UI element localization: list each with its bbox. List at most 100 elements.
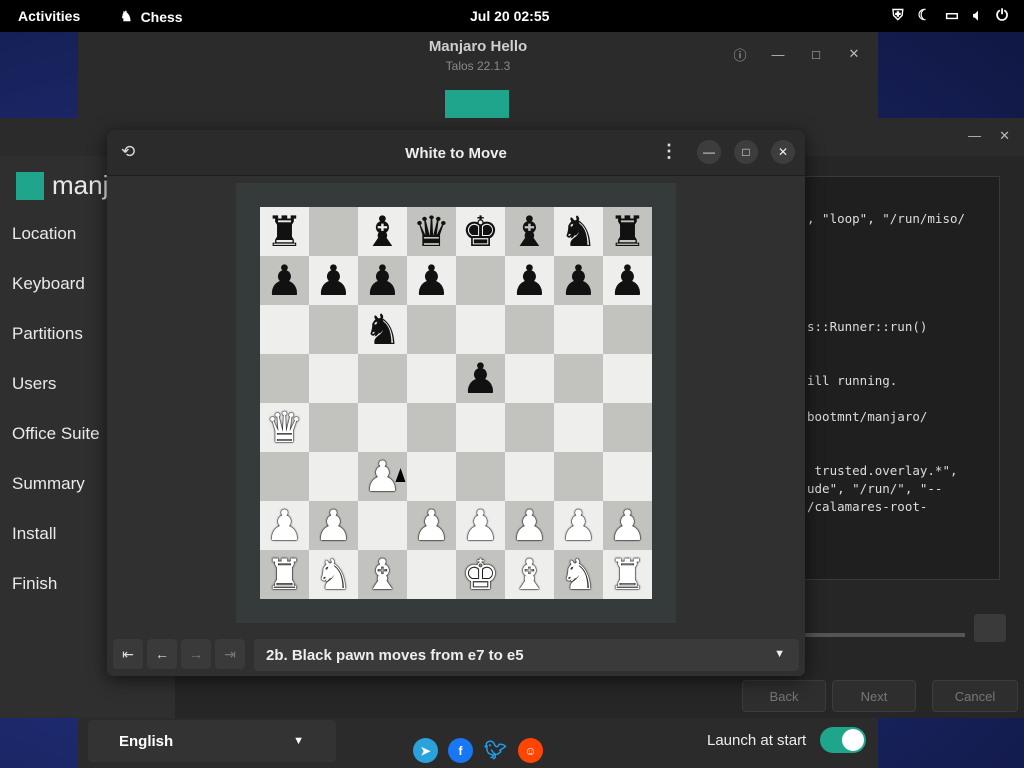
close-button[interactable]: ✕ xyxy=(999,128,1010,144)
board-square[interactable] xyxy=(505,305,554,354)
white-pawn-piece[interactable]: ♟︎ xyxy=(462,504,500,547)
board-square[interactable]: ♟︎ xyxy=(358,256,407,305)
black-bishop-piece[interactable]: ♝︎ xyxy=(511,210,549,253)
board-square[interactable]: ♟︎ xyxy=(456,501,505,550)
board-square[interactable] xyxy=(505,403,554,452)
white-pawn-piece[interactable]: ♟︎ xyxy=(315,504,353,547)
black-bishop-piece[interactable]: ♝︎ xyxy=(364,210,402,253)
first-move-button[interactable]: ⇤ xyxy=(113,639,143,669)
board-square[interactable]: ♜︎ xyxy=(260,550,309,599)
board-square[interactable] xyxy=(456,452,505,501)
system-tray[interactable]: ⛨ ☾ ▭ 🔈︎ ⏻ xyxy=(892,6,1008,25)
board-square[interactable]: ♜︎ xyxy=(603,550,652,599)
board-square[interactable]: ♟︎ xyxy=(260,256,309,305)
activities-button[interactable]: Activities xyxy=(18,8,80,24)
board-square[interactable]: ♝︎ xyxy=(505,550,554,599)
board-square[interactable]: ♟︎ xyxy=(603,501,652,550)
launch-at-start-toggle[interactable] xyxy=(820,727,866,753)
black-knight-piece[interactable]: ♞︎ xyxy=(364,308,402,351)
white-knight-piece[interactable]: ♞︎ xyxy=(315,553,353,596)
board-square[interactable]: ♞︎ xyxy=(554,207,603,256)
board-square[interactable]: ♟︎ xyxy=(407,501,456,550)
board-square[interactable]: ♟︎ xyxy=(407,256,456,305)
maximize-button[interactable]: □ xyxy=(806,44,826,64)
board-square[interactable] xyxy=(358,354,407,403)
board-square[interactable] xyxy=(554,452,603,501)
next-button[interactable]: Next xyxy=(832,680,916,712)
back-button[interactable]: Back xyxy=(742,680,826,712)
board-square[interactable] xyxy=(309,403,358,452)
black-queen-piece[interactable]: ♛︎ xyxy=(413,210,451,253)
board-square[interactable] xyxy=(456,256,505,305)
board-square[interactable]: ♚︎ xyxy=(456,550,505,599)
board-square[interactable]: ♞︎ xyxy=(554,550,603,599)
white-knight-piece[interactable]: ♞︎ xyxy=(560,553,598,596)
black-king-piece[interactable]: ♚︎ xyxy=(462,210,500,253)
black-pawn-piece[interactable]: ♟︎ xyxy=(462,357,500,400)
minimize-button[interactable]: — xyxy=(968,128,981,144)
board-square[interactable]: ♟︎ xyxy=(603,256,652,305)
board-square[interactable] xyxy=(407,305,456,354)
board-square[interactable] xyxy=(554,354,603,403)
board-square[interactable]: ♟︎ xyxy=(505,256,554,305)
board-square[interactable] xyxy=(260,452,309,501)
menu-icon[interactable]: ⋮ xyxy=(660,141,678,162)
install-log[interactable]: , "loop", "/run/miso/ s::Runner::run() i… xyxy=(790,176,1000,580)
board-square[interactable] xyxy=(407,452,456,501)
board-square[interactable] xyxy=(407,354,456,403)
board-square[interactable] xyxy=(554,403,603,452)
white-rook-piece[interactable]: ♜︎ xyxy=(266,553,304,596)
chess-board[interactable]: ♜︎ ♝︎ ♛︎ ♚︎ ♝︎ ♞︎ ♜︎ ♟︎ ♟︎ ♟︎ ♟︎ ♟︎ ♟︎ ♟︎ ♞︎ ♟︎ ♛︎ ♟︎ ♟︎ ♟︎… xyxy=(260,207,652,599)
white-pawn-piece[interactable]: ♟︎ xyxy=(560,504,598,547)
board-square[interactable] xyxy=(603,305,652,354)
app-menu[interactable]: ♞ Chess xyxy=(120,8,183,25)
white-queen-piece[interactable]: ♛︎ xyxy=(266,406,304,449)
minimize-button[interactable]: — xyxy=(768,44,788,64)
board-square[interactable] xyxy=(456,305,505,354)
board-square[interactable]: ♛︎ xyxy=(260,403,309,452)
board-square[interactable]: ♝︎ xyxy=(358,550,407,599)
close-button[interactable]: ✕ xyxy=(771,140,795,164)
board-square[interactable] xyxy=(603,403,652,452)
power-icon[interactable]: ⏻ xyxy=(996,7,1008,24)
board-square[interactable]: ♟︎ xyxy=(260,501,309,550)
previous-move-button[interactable]: ← xyxy=(147,639,177,669)
black-pawn-piece[interactable]: ♟︎ xyxy=(609,259,647,302)
facebook-icon[interactable]: f xyxy=(448,738,473,763)
black-pawn-piece[interactable]: ♟︎ xyxy=(364,259,402,302)
last-move-button[interactable]: ⇥ xyxy=(215,639,245,669)
board-square[interactable] xyxy=(554,305,603,354)
black-rook-piece[interactable]: ♜︎ xyxy=(266,210,304,253)
white-pawn-piece[interactable]: ♟︎ xyxy=(413,504,451,547)
board-square[interactable]: ♟︎ xyxy=(505,501,554,550)
black-rook-piece[interactable]: ♜︎ xyxy=(609,210,647,253)
board-square[interactable] xyxy=(407,403,456,452)
language-select[interactable]: English ▼ xyxy=(88,720,336,762)
board-square[interactable]: ♚︎ xyxy=(456,207,505,256)
info-icon[interactable]: ⓘ xyxy=(730,44,750,64)
board-square[interactable]: ♝︎ xyxy=(358,207,407,256)
board-square[interactable] xyxy=(407,550,456,599)
log-toggle-button[interactable] xyxy=(974,614,1006,642)
board-square[interactable] xyxy=(260,305,309,354)
black-pawn-piece[interactable]: ♟︎ xyxy=(511,259,549,302)
display-icon[interactable]: ▭ xyxy=(945,6,959,24)
board-square[interactable]: ♞︎ xyxy=(309,550,358,599)
board-square[interactable]: ♜︎ xyxy=(603,207,652,256)
board-square[interactable]: ♟︎ xyxy=(554,256,603,305)
board-square[interactable] xyxy=(456,403,505,452)
board-square[interactable] xyxy=(309,354,358,403)
board-square[interactable] xyxy=(505,452,554,501)
board-square[interactable]: ♟︎ xyxy=(309,501,358,550)
board-square[interactable] xyxy=(358,403,407,452)
white-pawn-piece[interactable]: ♟︎ xyxy=(266,504,304,547)
board-square[interactable]: ♟︎ xyxy=(456,354,505,403)
board-square[interactable]: ♛︎ xyxy=(407,207,456,256)
board-square[interactable]: ♞︎ xyxy=(358,305,407,354)
clock[interactable]: Jul 20 02:55 xyxy=(470,8,549,24)
white-king-piece[interactable]: ♚︎ xyxy=(462,553,500,596)
white-rook-piece[interactable]: ♜︎ xyxy=(609,553,647,596)
board-square[interactable] xyxy=(309,305,358,354)
close-button[interactable]: ✕ xyxy=(844,44,864,64)
board-square[interactable] xyxy=(603,452,652,501)
